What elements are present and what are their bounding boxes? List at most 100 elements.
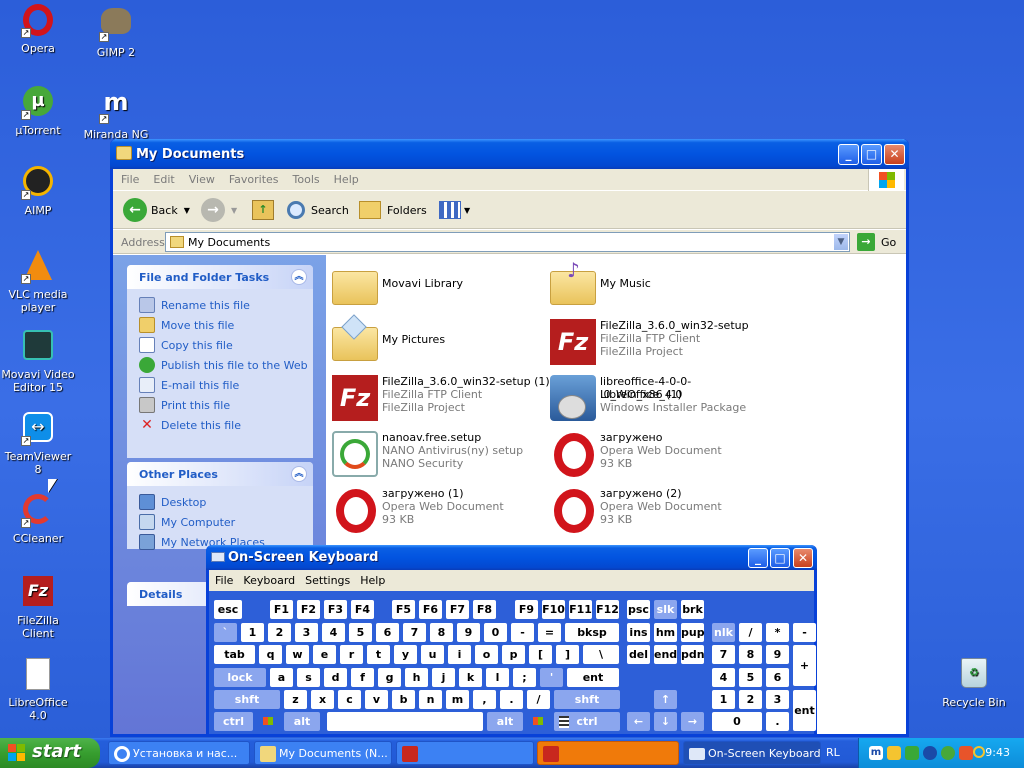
other-places-header[interactable]: Other Places ︽: [127, 462, 313, 486]
go-button[interactable]: → Go: [857, 233, 896, 251]
key[interactable]: ←: [627, 712, 650, 731]
menu-keyboard[interactable]: Keyboard: [237, 570, 299, 587]
key[interactable]: d: [324, 668, 347, 687]
key[interactable]: /: [739, 623, 762, 642]
file-item[interactable]: Fz FileZilla_3.6.0_win32-setup FileZilla…: [546, 315, 756, 367]
file-item[interactable]: загружено (1) Opera Web Document 93 KB: [328, 483, 538, 535]
key[interactable]: `: [214, 623, 237, 642]
key[interactable]: m: [446, 690, 469, 709]
desktop-icon-vlc[interactable]: ↗ VLC media player: [0, 248, 76, 314]
desktop-icon-teamviewer[interactable]: ↔ ↗ TeamViewer 8: [0, 412, 76, 476]
key[interactable]: ': [540, 668, 563, 687]
key[interactable]: hm: [654, 623, 677, 642]
key[interactable]: F3: [324, 600, 347, 619]
key[interactable]: tab: [214, 645, 255, 664]
key[interactable]: esc: [214, 600, 242, 619]
key[interactable]: F4: [351, 600, 374, 619]
key[interactable]: s: [297, 668, 320, 687]
key[interactable]: 3: [295, 623, 318, 642]
place-my-computer[interactable]: My Computer: [139, 512, 313, 532]
key[interactable]: e: [313, 645, 336, 664]
key[interactable]: a: [270, 668, 293, 687]
desktop-icon-libreoffice[interactable]: LibreOffice 4.0: [0, 658, 76, 722]
key[interactable]: j: [432, 668, 455, 687]
key[interactable]: F8: [473, 600, 496, 619]
key[interactable]: -: [793, 623, 816, 642]
nano-tray-icon[interactable]: [923, 746, 937, 760]
key[interactable]: +: [793, 645, 816, 686]
desktop-icon-opera[interactable]: ↗ Opera: [0, 4, 76, 55]
key[interactable]: slk: [654, 600, 677, 619]
desktop-icon-aimp[interactable]: ↗ AIMP: [0, 166, 76, 217]
clock[interactable]: 9:43: [985, 746, 1010, 759]
file-folder-tasks-header[interactable]: File and Folder Tasks ︽: [127, 265, 313, 289]
key[interactable]: /: [527, 690, 550, 709]
taskbar-button-setup[interactable]: Установка и нас...: [108, 741, 250, 765]
key[interactable]: 7: [712, 645, 735, 664]
key[interactable]: 4: [712, 668, 735, 687]
key[interactable]: b: [392, 690, 415, 709]
desktop-icon-filezilla[interactable]: Fz FileZilla Client: [0, 576, 76, 640]
menu-edit[interactable]: Edit: [145, 169, 180, 186]
key[interactable]: 2: [268, 623, 291, 642]
key[interactable]: p: [502, 645, 525, 664]
start-button[interactable]: start: [0, 738, 100, 768]
file-item[interactable]: Movavi Library: [328, 259, 538, 311]
key[interactable]: bksp: [565, 623, 619, 642]
key[interactable]: [: [529, 645, 552, 664]
key[interactable]: nlk: [712, 623, 735, 642]
minimize-button[interactable]: _: [838, 144, 859, 165]
key[interactable]: brk: [681, 600, 704, 619]
taskbar-button-app[interactable]: [396, 741, 534, 765]
key[interactable]: F11: [569, 600, 592, 619]
folders-button[interactable]: Folders: [359, 197, 427, 223]
key[interactable]: F6: [419, 600, 442, 619]
key[interactable]: del: [627, 645, 650, 664]
menu-help[interactable]: Help: [354, 570, 389, 587]
key[interactable]: z: [284, 690, 307, 709]
menu-view[interactable]: View: [181, 169, 221, 186]
taskbar-button-my-documents[interactable]: My Documents (N...: [254, 741, 392, 765]
key[interactable]: l: [486, 668, 509, 687]
key[interactable]: 0: [484, 623, 507, 642]
key[interactable]: 1: [241, 623, 264, 642]
key[interactable]: lock: [214, 668, 266, 687]
key[interactable]: 9: [457, 623, 480, 642]
address-dropdown-button[interactable]: ▼: [833, 233, 849, 251]
key[interactable]: x: [311, 690, 334, 709]
osk-titlebar[interactable]: On-Screen Keyboard _ □ ✕: [206, 545, 817, 570]
desktop-icon-ccleaner[interactable]: ↗ CCleaner: [0, 494, 76, 545]
key[interactable]: ]: [556, 645, 579, 664]
key[interactable]: F7: [446, 600, 469, 619]
file-item[interactable]: My Pictures: [328, 314, 538, 367]
file-item[interactable]: загружено Opera Web Document 93 KB: [546, 427, 756, 479]
desktop-icon-gimp[interactable]: ↗ GIMP 2: [78, 4, 154, 59]
menu-favorites[interactable]: Favorites: [221, 169, 285, 186]
key[interactable]: end: [654, 645, 677, 664]
key[interactable]: F1: [270, 600, 293, 619]
key[interactable]: i: [448, 645, 471, 664]
task-delete[interactable]: ✕ Delete this file: [139, 415, 313, 435]
menu-tools[interactable]: Tools: [285, 169, 326, 186]
key[interactable]: w: [286, 645, 309, 664]
key[interactable]: .: [500, 690, 523, 709]
utorrent-tray-icon[interactable]: [941, 746, 955, 760]
task-rename[interactable]: Rename this file: [139, 295, 313, 315]
key[interactable]: c: [338, 690, 361, 709]
key[interactable]: t: [367, 645, 390, 664]
key[interactable]: alt: [487, 712, 523, 731]
key[interactable]: q: [259, 645, 282, 664]
menu-file[interactable]: File: [113, 169, 145, 186]
minimize-button[interactable]: _: [748, 548, 768, 568]
desktop-icon-movavi[interactable]: Movavi Video Editor 15: [0, 330, 76, 394]
key[interactable]: \: [583, 645, 619, 664]
key[interactable]: pup: [681, 623, 705, 642]
maximize-button[interactable]: □: [770, 548, 790, 568]
file-item[interactable]: libreoffice-4-0-0-LibreOffice_4.0 .0_Win…: [546, 371, 756, 423]
key[interactable]: F10: [542, 600, 565, 619]
key[interactable]: 4: [322, 623, 345, 642]
key[interactable]: F2: [297, 600, 320, 619]
key[interactable]: 2: [739, 690, 762, 709]
key[interactable]: =: [538, 623, 561, 642]
key[interactable]: 1: [712, 690, 735, 709]
